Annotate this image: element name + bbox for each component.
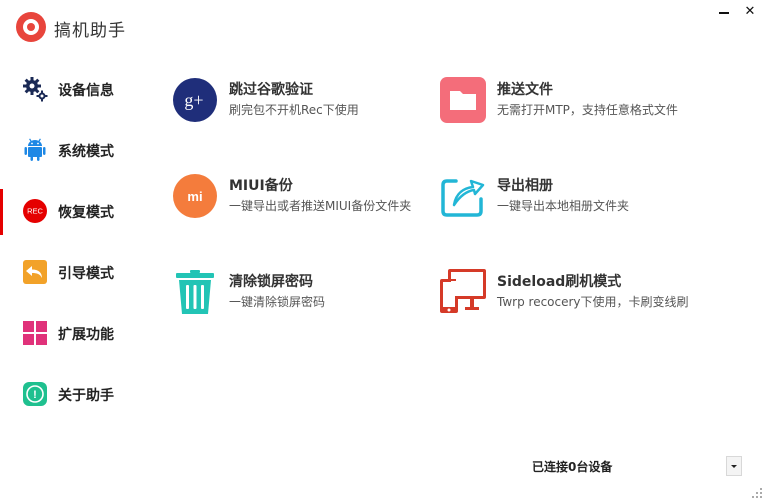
sidebar-item-label: 恢复模式 [58, 205, 114, 221]
trash-icon [176, 270, 214, 314]
svg-text:!: ! [33, 389, 37, 401]
sidebar-item-label: 关于助手 [58, 388, 114, 404]
sidebar-item-bootloader-mode[interactable]: 引导模式 [0, 246, 160, 300]
device-dropdown-button[interactable] [726, 456, 742, 476]
sidebar-item-recovery-mode[interactable]: REC 恢复模式 [0, 185, 160, 239]
sidebar-item-system-mode[interactable]: 系统模式 [0, 124, 160, 178]
grid-icon [23, 321, 47, 345]
card-title: 清除锁屏密码 [229, 274, 313, 290]
card-title: 跳过谷歌验证 [229, 82, 313, 98]
android-icon [24, 138, 46, 161]
card-title: MIUI备份 [229, 178, 293, 194]
sidebar-item-label: 扩展功能 [58, 327, 114, 343]
card-desc: 一键导出本地相册文件夹 [497, 199, 630, 213]
card-miui-backup[interactable]: mi MIUI备份 一键导出或者推送MIUI备份文件夹 [172, 173, 432, 229]
sidebar-item-label: 引导模式 [58, 266, 114, 282]
svg-text:g+: g+ [184, 90, 203, 110]
connection-status: 已连接0台设备 [532, 460, 613, 474]
devices-icon [440, 269, 486, 313]
card-sideload-mode[interactable]: Sideload刷机模式 Twrp recocery下使用，卡刷变线刷 [440, 269, 700, 325]
sidebar-item-extensions[interactable]: 扩展功能 [0, 307, 160, 361]
card-desc: 一键导出或者推送MIUI备份文件夹 [229, 199, 412, 213]
card-title: 导出相册 [497, 178, 553, 194]
svg-text:mi: mi [187, 189, 202, 204]
sidebar-item-label: 系统模式 [58, 144, 114, 160]
folder-icon [440, 77, 486, 123]
card-title: 推送文件 [497, 82, 553, 98]
sidebar-item-about[interactable]: ! 关于助手 [0, 368, 160, 422]
card-desc: 一键清除锁屏密码 [229, 295, 326, 309]
app-logo-icon [16, 12, 46, 42]
close-button[interactable]: ✕ [742, 4, 758, 20]
gears-icon [23, 77, 48, 102]
sidebar-item-device-info[interactable]: 设备信息 [0, 63, 160, 117]
resize-grip[interactable] [752, 486, 764, 498]
card-clear-lock-password[interactable]: 清除锁屏密码 一键清除锁屏密码 [172, 269, 432, 325]
card-desc: 刷完包不开机Rec下使用 [229, 103, 359, 117]
rec-icon: REC [23, 199, 47, 223]
google-plus-icon: g+ [173, 78, 217, 122]
sidebar-item-label: 设备信息 [58, 83, 114, 99]
app-title: 搞机助手 [54, 21, 126, 41]
card-desc: Twrp recocery下使用，卡刷变线刷 [497, 295, 689, 309]
card-title: Sideload刷机模式 [497, 274, 622, 290]
card-push-file[interactable]: 推送文件 无需打开MTP，支持任意格式文件 [440, 77, 700, 133]
back-arrow-icon [23, 260, 47, 284]
export-icon [441, 179, 485, 217]
minimize-icon [719, 12, 729, 14]
info-icon: ! [23, 382, 47, 406]
card-desc: 无需打开MTP，支持任意格式文件 [497, 103, 678, 117]
card-skip-google-verify[interactable]: g+ 跳过谷歌验证 刷完包不开机Rec下使用 [172, 77, 432, 133]
card-export-album[interactable]: 导出相册 一键导出本地相册文件夹 [440, 173, 700, 229]
svg-text:REC: REC [27, 207, 43, 216]
mi-icon: mi [173, 174, 217, 218]
minimize-button[interactable] [716, 4, 732, 20]
